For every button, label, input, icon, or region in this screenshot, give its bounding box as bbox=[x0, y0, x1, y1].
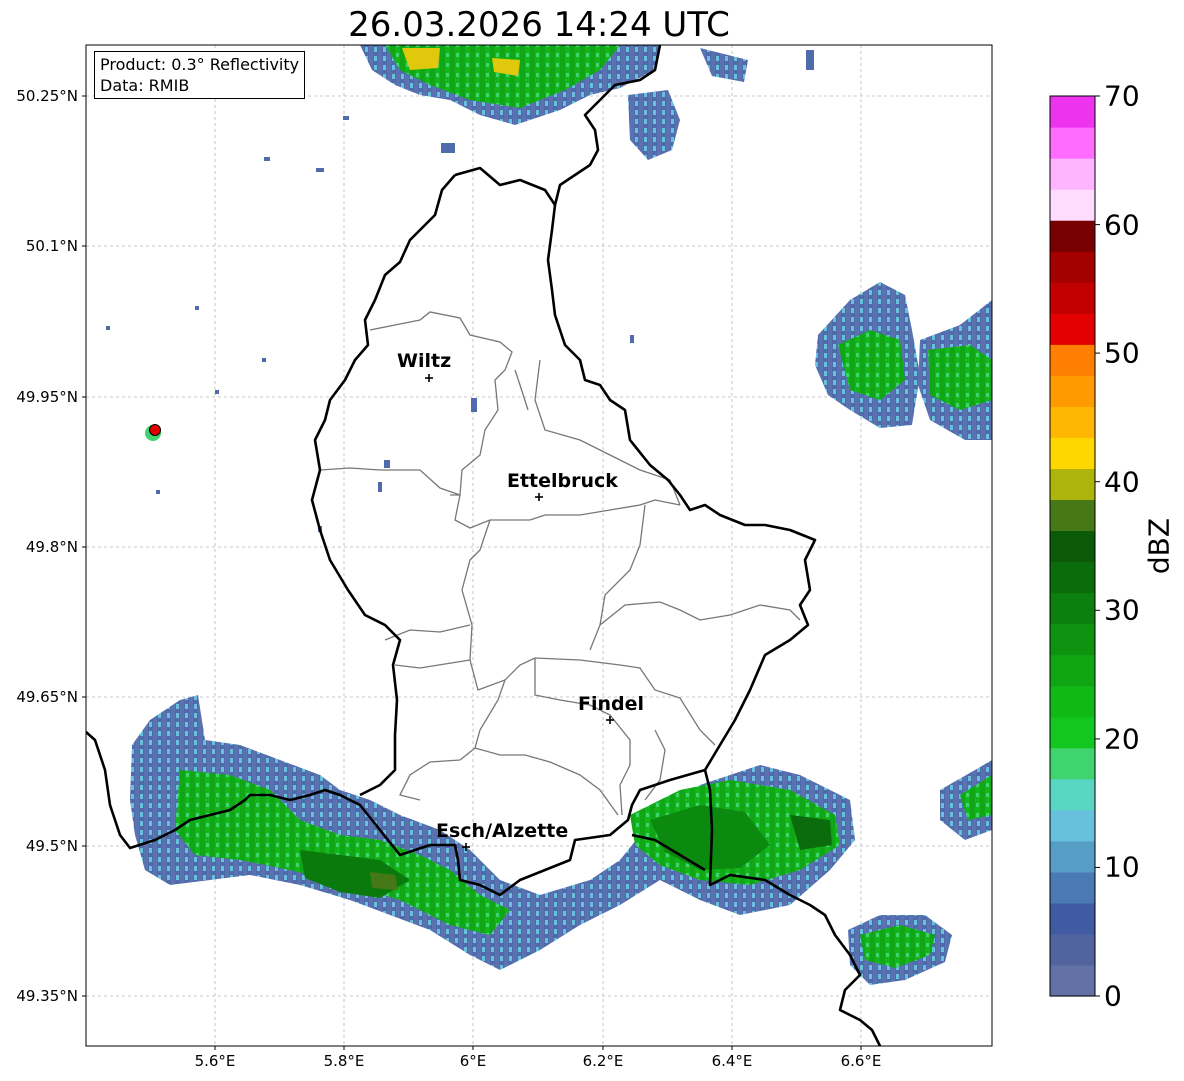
colorbar-swatch bbox=[1050, 623, 1095, 656]
colorbar-swatch bbox=[1050, 468, 1095, 501]
colorbar-swatch bbox=[1050, 561, 1095, 594]
colorbar-swatch bbox=[1050, 96, 1095, 128]
colorbar-swatch bbox=[1050, 654, 1095, 687]
lat-tick-label: 49.35°N bbox=[16, 987, 78, 1005]
city-label-ettelbruck: Ettelbruck bbox=[507, 470, 618, 492]
product-label: Product: 0.3° Reflectivity bbox=[100, 55, 300, 74]
colorbar-swatch bbox=[1050, 530, 1095, 563]
lat-tick-label: 50.1°N bbox=[25, 237, 78, 255]
colorbar-swatch bbox=[1050, 871, 1095, 904]
colorbar-swatch bbox=[1050, 220, 1095, 252]
lat-tick-label: 49.5°N bbox=[25, 837, 78, 855]
lon-tick-label: 5.6°E bbox=[194, 1052, 236, 1070]
colorbar-tick-label: 70 bbox=[1104, 79, 1140, 113]
colorbar-tick-label: 60 bbox=[1104, 208, 1140, 242]
colorbar-ticks bbox=[1095, 95, 1100, 997]
lat-tick-label: 50.25°N bbox=[16, 87, 78, 105]
colorbar-swatch bbox=[1050, 840, 1095, 873]
lat-tick-label: 49.65°N bbox=[16, 688, 78, 706]
lon-tick-label: 6.2°E bbox=[582, 1052, 624, 1070]
colorbar-swatch bbox=[1050, 189, 1095, 221]
city-label-esch-alzette: Esch/Alzette bbox=[436, 820, 569, 842]
colorbar-swatch bbox=[1050, 902, 1095, 935]
colorbar-tick-label: 10 bbox=[1104, 850, 1140, 884]
colorbar-swatch bbox=[1050, 437, 1095, 470]
colorbar-swatch bbox=[1050, 778, 1095, 811]
lat-tick-label: 49.95°N bbox=[16, 388, 78, 406]
colorbar-swatch bbox=[1050, 716, 1095, 749]
colorbar-swatch bbox=[1050, 933, 1095, 966]
border-luxembourg-west bbox=[310, 174, 456, 797]
radar-site-marker bbox=[149, 424, 161, 436]
colorbar-tick-label: 50 bbox=[1104, 336, 1140, 370]
city-label-findel: Findel bbox=[578, 693, 645, 715]
colorbar-swatch bbox=[1050, 406, 1095, 438]
colorbar-tick-label: 40 bbox=[1104, 465, 1140, 499]
city-marker-wiltz bbox=[425, 374, 433, 382]
colorbar-swatch bbox=[1050, 499, 1095, 532]
lon-tick-label: 6.4°E bbox=[711, 1052, 753, 1070]
city-marker-ettelbruck bbox=[535, 493, 543, 501]
data-source-label: Data: RMIB bbox=[100, 76, 190, 95]
colorbar-swatch bbox=[1050, 809, 1095, 842]
colorbar-swatch bbox=[1050, 251, 1095, 283]
colorbar-swatch bbox=[1050, 158, 1095, 190]
colorbar-swatch bbox=[1050, 592, 1095, 625]
colorbar-swatch bbox=[1050, 747, 1095, 780]
colorbar-tick-label: 20 bbox=[1104, 722, 1140, 756]
colorbar-swatch bbox=[1050, 344, 1095, 376]
colorbar-swatch bbox=[1050, 313, 1095, 345]
colorbar bbox=[1050, 96, 1095, 997]
colorbar-title: dBZ bbox=[1142, 517, 1176, 575]
colorbar-tick-label: 0 bbox=[1104, 979, 1122, 1013]
colorbar-swatch bbox=[1050, 964, 1095, 997]
colorbar-tick-label: 30 bbox=[1104, 593, 1140, 627]
city-label-wiltz: Wiltz bbox=[397, 350, 452, 372]
echo-north-fleck bbox=[700, 48, 748, 82]
city-marker-findel bbox=[606, 716, 614, 724]
colorbar-swatch bbox=[1050, 127, 1095, 159]
product-info-box: Product: 0.3° Reflectivity Data: RMIB bbox=[94, 51, 306, 99]
colorbar-swatch bbox=[1050, 375, 1095, 407]
lon-tick-label: 6°E bbox=[459, 1052, 487, 1070]
echo-north-east bbox=[628, 90, 680, 160]
lon-tick-label: 6.6°E bbox=[840, 1052, 882, 1070]
colorbar-swatch bbox=[1050, 282, 1095, 314]
colorbar-swatch bbox=[1050, 685, 1095, 718]
canton-borders bbox=[319, 311, 801, 816]
radar-map[interactable] bbox=[0, 0, 1184, 1081]
lon-tick-label: 5.8°E bbox=[323, 1052, 365, 1070]
lat-tick-label: 49.8°N bbox=[25, 538, 78, 556]
